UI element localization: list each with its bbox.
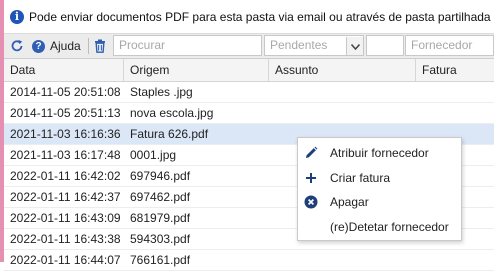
table-row[interactable]: 2014-11-05 20:51:08 Staples .jpg — [4, 82, 494, 103]
toolbar-divider — [88, 38, 89, 54]
cell-origem: Staples .jpg — [130, 85, 193, 99]
cell-origem: nova escola.jpg — [130, 106, 214, 120]
cell-data: 2022-01-11 16:44:07 — [10, 253, 121, 267]
refresh-button[interactable] — [10, 34, 24, 58]
cell-data: 2022-01-11 16:43:09 — [10, 211, 121, 225]
cell-origem: 766161.pdf — [130, 253, 191, 267]
menu-item-atribuir-fornecedor[interactable]: Atribuir fornecedor — [298, 141, 461, 165]
cell-origem: 594303.pdf — [130, 232, 191, 246]
plus-icon — [303, 170, 319, 186]
cell-data: 2022-01-11 16:42:37 — [10, 190, 121, 204]
supplier-input[interactable]: Fornecedor — [405, 35, 494, 56]
column-header-origem[interactable]: Origem — [124, 59, 269, 81]
status-select-value: Pendentes — [270, 38, 328, 52]
menu-item-label: Criar fatura — [330, 171, 391, 185]
context-menu: Atribuir fornecedor Criar fatura Apagar … — [297, 137, 462, 241]
help-icon: ? — [32, 39, 45, 53]
table-row[interactable]: 2022-01-11 16:44:07 766161.pdf — [4, 250, 494, 271]
info-text: Pode enviar documentos PDF para esta pas… — [29, 9, 491, 24]
table-row[interactable]: 2014-11-05 20:51:13 nova escola.jpg — [4, 103, 494, 124]
menu-item-label: (re)Detetar fornecedor — [330, 220, 449, 234]
table-header: Data Origem Assunto Fatura — [4, 59, 494, 82]
cell-data: 2022-01-11 16:43:38 — [10, 232, 121, 246]
column-header-data[interactable]: Data — [4, 59, 124, 81]
menu-item-label: Atribuir fornecedor — [330, 146, 429, 160]
search-input[interactable]: Procurar — [113, 35, 262, 56]
column-header-assunto[interactable]: Assunto — [269, 59, 416, 81]
cell-origem: 697462.pdf — [130, 190, 191, 204]
help-button[interactable]: ? Ajuda — [32, 34, 81, 58]
cell-data: 2021-11-03 16:17:48 — [10, 148, 121, 162]
menu-item-label: Apagar — [330, 195, 369, 209]
chevron-down-icon[interactable] — [346, 37, 363, 55]
cell-data: 2022-01-11 16:42:02 — [10, 169, 121, 183]
menu-item-apagar[interactable]: Apagar — [298, 190, 461, 214]
column-header-fatura[interactable]: Fatura — [416, 59, 494, 81]
help-label: Ajuda — [50, 39, 81, 53]
cell-origem: 681979.pdf — [130, 211, 191, 225]
refresh-icon — [10, 39, 24, 53]
trash-icon — [94, 39, 106, 53]
status-select[interactable]: Pendentes — [264, 35, 364, 56]
pencil-icon — [303, 145, 319, 161]
info-bar: i Pode enviar documentos PDF para esta p… — [4, 0, 494, 34]
cell-origem: Fatura 626.pdf — [130, 127, 209, 141]
menu-item-criar-fatura[interactable]: Criar fatura — [298, 166, 461, 190]
cell-data: 2014-11-05 20:51:13 — [10, 106, 121, 120]
cell-data: 2014-11-05 20:51:08 — [10, 85, 121, 99]
info-icon: i — [10, 9, 24, 24]
toolbar: ? Ajuda Procurar Pendentes Fornecedor — [4, 34, 494, 59]
menu-item-detetar-fornecedor[interactable]: (re)Detetar fornecedor — [298, 215, 461, 239]
clear-filter-button[interactable] — [94, 34, 106, 58]
cell-origem: 697946.pdf — [130, 169, 191, 183]
cell-origem: 0001.jpg — [130, 148, 177, 162]
delete-circle-icon — [303, 194, 319, 210]
cell-data: 2021-11-03 16:16:36 — [10, 127, 121, 141]
supplier-code-input[interactable] — [366, 35, 404, 56]
